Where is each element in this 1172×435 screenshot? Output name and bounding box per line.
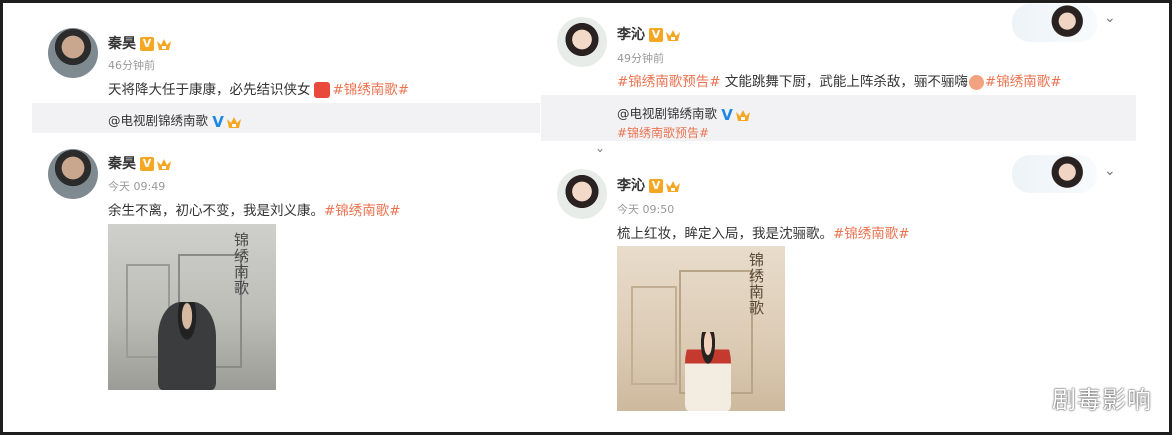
crown-icon	[227, 116, 242, 128]
post-text: 余生不离，初心不变，我是刘义康。#锦绣南歌#	[108, 199, 401, 219]
avatar-qinhao[interactable]	[48, 28, 98, 78]
verified-icon: V	[649, 179, 663, 193]
repost-block[interactable]: @电视剧锦绣南歌 V #锦绣南歌预告#	[541, 95, 1136, 141]
repost-author-text[interactable]: @电视剧锦绣南歌	[108, 113, 208, 128]
repost-author-text[interactable]: @电视剧锦绣南歌	[617, 106, 717, 121]
hashtag-link[interactable]: #锦绣南歌#	[985, 74, 1062, 90]
post-text: 梳上红妆，眸定入局，我是沈骊歌。#锦绣南歌#	[617, 222, 910, 242]
author-name[interactable]: 秦昊 V	[108, 33, 172, 53]
crown-icon	[736, 109, 751, 121]
verified-blue-icon: V	[721, 105, 733, 124]
author-name[interactable]: 李沁 V	[617, 24, 681, 44]
emoji-icon	[968, 74, 984, 90]
post-image[interactable]: 锦绣南歌	[617, 246, 785, 411]
poster-figure	[685, 332, 731, 411]
verified-blue-icon: V	[212, 112, 224, 131]
avatar-qinhao[interactable]	[48, 149, 98, 199]
profile-card-decor	[1012, 4, 1097, 42]
profile-card-decor	[1012, 155, 1097, 193]
poster-title: 锦绣南歌	[234, 231, 250, 297]
post-image[interactable]: 锦绣南歌	[108, 224, 276, 390]
crown-icon	[157, 39, 171, 50]
crown-icon	[157, 159, 171, 170]
post-text-body: 文能跳舞下厨，武能上阵杀敌，骊不骊嗨	[720, 74, 968, 90]
avatar-liqin[interactable]	[557, 169, 607, 219]
verified-icon: V	[140, 37, 154, 51]
repost-hashtag[interactable]: #锦绣南歌预告#	[617, 124, 709, 141]
author-name-text[interactable]: 李沁	[617, 178, 645, 194]
repost-author[interactable]: @电视剧锦绣南歌 V	[617, 103, 751, 122]
hashtag-link[interactable]: #锦绣南歌#	[324, 203, 401, 219]
chevron-down-icon[interactable]: ⌄	[1104, 10, 1116, 26]
author-name-text[interactable]: 李沁	[617, 27, 645, 43]
post-time[interactable]: 今天 09:50	[617, 201, 674, 217]
crown-icon	[666, 181, 680, 192]
verified-icon: V	[140, 157, 154, 171]
post-text: 天将降大任于康康，必先结识侠女 #锦绣南歌#	[108, 78, 409, 98]
repost-author[interactable]: @电视剧锦绣南歌 V	[108, 110, 242, 129]
hashtag-link[interactable]: #锦绣南歌#	[333, 82, 410, 98]
avatar-liqin[interactable]	[557, 17, 607, 67]
post-text-body: 天将降大任于康康，必先结识侠女	[108, 82, 311, 98]
post-time[interactable]: 46分钟前	[108, 57, 155, 73]
post-text-body: 余生不离，初心不变，我是刘义康。	[108, 203, 324, 219]
author-name[interactable]: 李沁 V	[617, 175, 681, 195]
author-name-text[interactable]: 秦昊	[108, 156, 136, 172]
repost-block[interactable]: @电视剧锦绣南歌 V	[32, 103, 540, 133]
post-text: #锦绣南歌预告# 文能跳舞下厨，武能上阵杀敌，骊不骊嗨 #锦绣南歌#	[617, 70, 1062, 90]
poster-panel	[631, 286, 677, 385]
hashtag-link[interactable]: #锦绣南歌预告#	[617, 74, 721, 90]
hashtag-link[interactable]: #锦绣南歌#	[833, 226, 910, 242]
poster-title: 锦绣南歌	[749, 251, 765, 317]
verified-icon: V	[649, 28, 663, 42]
post-time[interactable]: 49分钟前	[617, 50, 664, 66]
chevron-down-icon[interactable]: ⌄	[595, 141, 605, 155]
post-text-body: 梳上红妆，眸定入局，我是沈骊歌。	[617, 226, 833, 242]
watermark-text: 剧毒影响	[1052, 386, 1152, 414]
crown-icon	[666, 30, 680, 41]
post-time[interactable]: 今天 09:49	[108, 178, 165, 194]
author-name-text[interactable]: 秦昊	[108, 36, 136, 52]
emoji-icon	[313, 82, 330, 98]
author-name[interactable]: 秦昊 V	[108, 153, 172, 173]
chevron-down-icon[interactable]: ⌄	[1104, 163, 1116, 179]
poster-figure	[158, 302, 216, 390]
